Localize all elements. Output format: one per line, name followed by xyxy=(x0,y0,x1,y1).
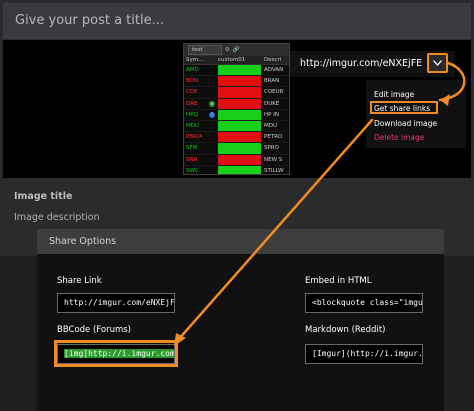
arrow-to-bbcode xyxy=(176,118,374,342)
arrowhead xyxy=(174,333,186,346)
arrow-to-menu xyxy=(438,61,466,102)
annotation-arrows xyxy=(174,61,466,346)
arrowhead xyxy=(440,94,450,106)
